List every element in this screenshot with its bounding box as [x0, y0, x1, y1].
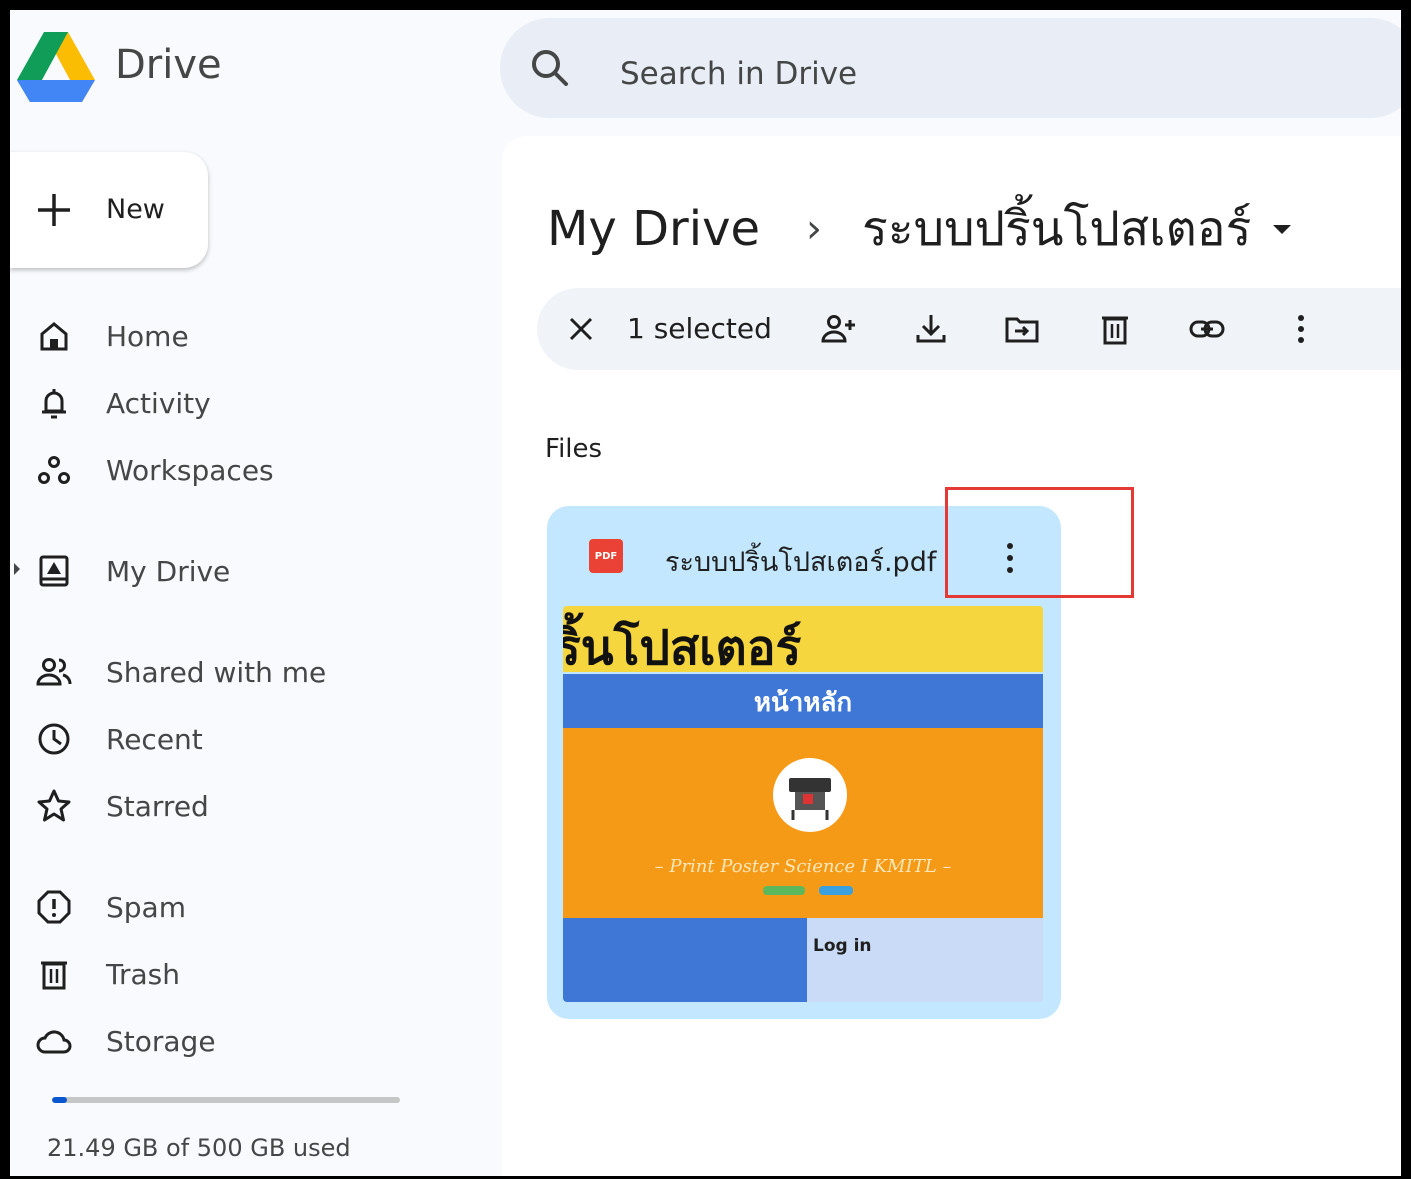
clock-icon — [38, 723, 70, 755]
sidebar-item-shared-with-me[interactable]: Shared with me — [10, 644, 490, 700]
sidebar-item-label: Spam — [106, 891, 186, 924]
sidebar-item-label: Activity — [106, 387, 211, 420]
sidebar-item-label: Home — [106, 320, 189, 353]
spam-icon — [37, 890, 71, 924]
sidebar-item-my-drive[interactable]: My Drive — [10, 543, 490, 599]
share-icon[interactable] — [818, 309, 858, 349]
drive-logo-icon — [17, 32, 95, 102]
printer-image — [773, 758, 847, 832]
search-icon[interactable] — [528, 46, 572, 90]
breadcrumb: My Drive › ระบบปริ้นโปสเตอร์ — [547, 191, 1292, 267]
search-input[interactable]: Search in Drive — [620, 56, 857, 92]
thumbnail-button — [819, 886, 853, 895]
breadcrumb-current-folder[interactable]: ระบบปริ้นโปสเตอร์ — [862, 191, 1251, 267]
sidebar-item-label: Shared with me — [106, 656, 327, 689]
cloud-icon — [36, 1030, 72, 1054]
sidebar-item-spam[interactable]: Spam — [10, 879, 490, 935]
sidebar-item-label: Workspaces — [106, 454, 274, 487]
section-title-files: Files — [545, 434, 603, 464]
sidebar-item-workspaces[interactable]: Workspaces — [10, 442, 490, 498]
folder-dropdown-icon[interactable] — [1273, 224, 1292, 234]
sidebar-item-activity[interactable]: Activity — [10, 375, 490, 431]
highlight-box — [945, 487, 1134, 598]
close-icon[interactable] — [561, 309, 601, 349]
breadcrumb-root[interactable]: My Drive — [547, 201, 760, 257]
new-button-label: New — [106, 194, 165, 225]
thumbnail-hero: – Print Poster Science I KMITL – — [563, 728, 1043, 918]
move-icon[interactable] — [1002, 309, 1042, 349]
thumbnail-header: ริ้นโปสเตอร์ — [563, 606, 1043, 676]
plus-icon — [38, 194, 70, 226]
sidebar-item-label: My Drive — [106, 555, 231, 588]
file-name[interactable]: ระบบปริ้นโปสเตอร์.pdf — [665, 540, 936, 583]
file-thumbnail[interactable]: ริ้นโปสเตอร์ หน้าหลัก – Print Poster Sci… — [563, 606, 1043, 1002]
pdf-file-icon: PDF — [589, 539, 623, 573]
star-icon — [37, 789, 71, 822]
people-icon — [36, 658, 72, 686]
sidebar-item-home[interactable]: Home — [10, 308, 490, 364]
storage-usage-text: 21.49 GB of 500 GB used — [47, 1134, 351, 1162]
thumbnail-button — [763, 886, 805, 895]
new-button[interactable]: New — [10, 152, 208, 268]
selection-toolbar: 1 selected — [537, 288, 1401, 370]
thumbnail-panel-left — [563, 918, 807, 1002]
app-name[interactable]: Drive — [115, 42, 222, 88]
link-icon[interactable] — [1187, 309, 1227, 349]
selection-count: 1 selected — [627, 312, 772, 345]
thumbnail-tagline: – Print Poster Science I KMITL – — [654, 856, 952, 877]
sidebar-item-label: Trash — [106, 958, 180, 991]
my-drive-icon — [39, 555, 69, 587]
sidebar-item-recent[interactable]: Recent — [10, 711, 490, 767]
bell-icon — [42, 389, 66, 419]
sidebar-item-label: Starred — [106, 790, 209, 823]
main-panel: My Drive › ระบบปริ้นโปสเตอร์ 1 selected — [502, 136, 1401, 1176]
thumbnail-login-label: Log in — [813, 936, 872, 956]
storage-progress-fill — [52, 1097, 67, 1103]
thumbnail-nav-label: หน้าหลัก — [753, 688, 853, 718]
breadcrumb-separator: › — [806, 206, 823, 252]
sidebar-item-trash[interactable]: Trash — [10, 946, 490, 1002]
sidebar-item-label: Storage — [106, 1025, 216, 1058]
thumbnail-panel-right: Log in — [807, 918, 1043, 1002]
trash-icon — [41, 961, 67, 990]
thumbnail-nav: หน้าหลัก — [563, 674, 1043, 728]
sidebar-item-storage[interactable]: Storage — [10, 1013, 490, 1069]
more-vert-icon[interactable] — [1281, 309, 1321, 349]
storage-progress-bar — [52, 1097, 400, 1103]
expand-caret-icon[interactable] — [14, 563, 20, 575]
home-icon — [40, 322, 68, 351]
sidebar-item-starred[interactable]: Starred — [10, 778, 490, 834]
sidebar-item-label: Recent — [106, 723, 203, 756]
workspaces-icon — [38, 456, 70, 484]
search-bar[interactable]: Search in Drive — [500, 18, 1401, 118]
download-icon[interactable] — [911, 309, 951, 349]
trash-icon[interactable] — [1095, 309, 1135, 349]
drive-window: Drive Search in Drive New Home Activity — [0, 0, 1411, 1179]
